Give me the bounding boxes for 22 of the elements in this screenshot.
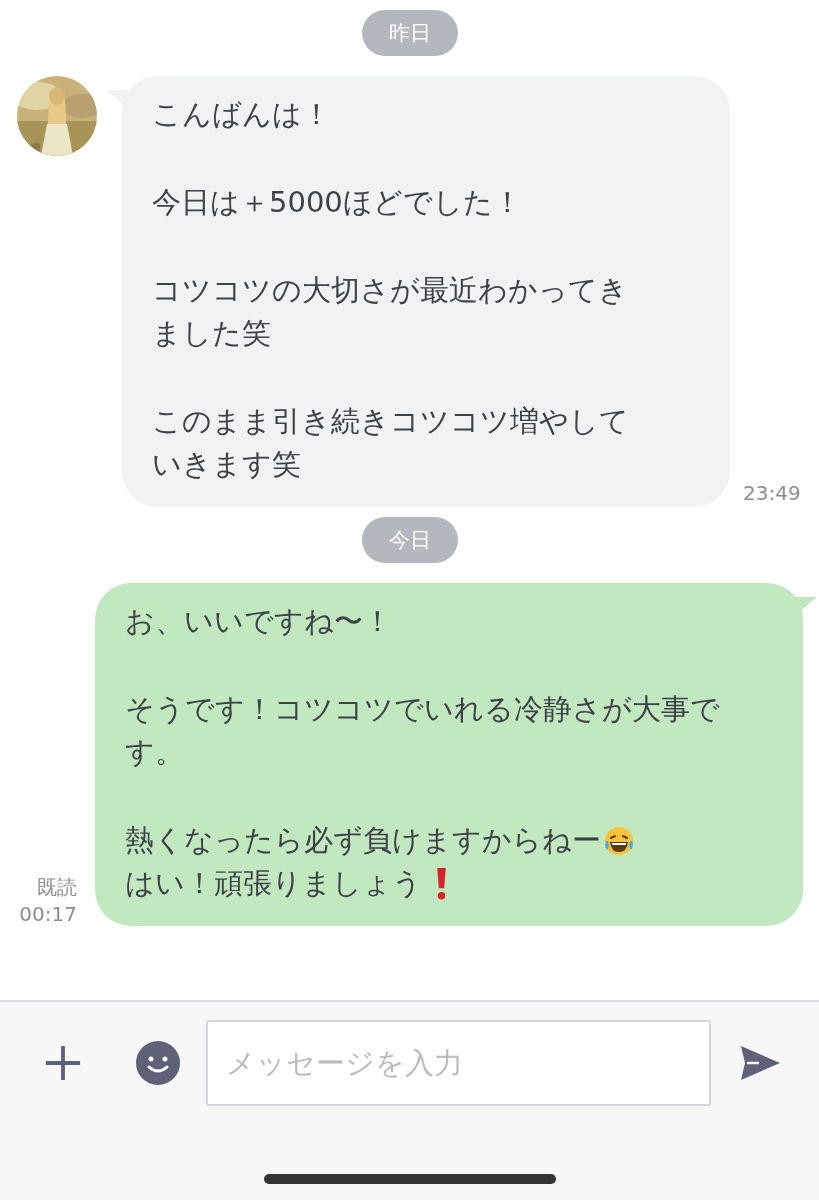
message-text: す。: [125, 734, 184, 771]
message-text: 熱くなったら必ず負けますからねー: [125, 822, 601, 859]
date-label: 今日: [361, 517, 458, 563]
message-text: お、いいですね〜！: [125, 603, 392, 640]
message-time: 00:17: [19, 902, 77, 926]
message-text: そうです！コツコツでいれる冷静さが大事で: [125, 691, 720, 728]
message-time: 23:49: [743, 481, 801, 507]
message-input-field[interactable]: メッセージを入力: [206, 1020, 711, 1106]
message-text: いきます笑: [152, 446, 301, 483]
send-icon[interactable]: [739, 1045, 781, 1081]
plus-icon[interactable]: [44, 1044, 82, 1082]
exclamation-icon: [436, 867, 447, 900]
date-label: 昨日: [361, 10, 458, 56]
emoji-icon[interactable]: [136, 1041, 180, 1085]
message-text: このまま引き続きコツコツ増やして: [152, 403, 629, 440]
message-text: こんばんは！: [152, 96, 331, 133]
message-text: はい！頑張りましょう: [125, 865, 422, 902]
message-text: 今日は＋5000ほどでした！: [152, 184, 522, 221]
read-receipt: 既読: [37, 874, 77, 901]
laughing-face-icon: [603, 824, 635, 857]
message-text: コツコツの大切さが最近わかってき: [152, 272, 628, 309]
message-text: ました笑: [152, 315, 271, 352]
